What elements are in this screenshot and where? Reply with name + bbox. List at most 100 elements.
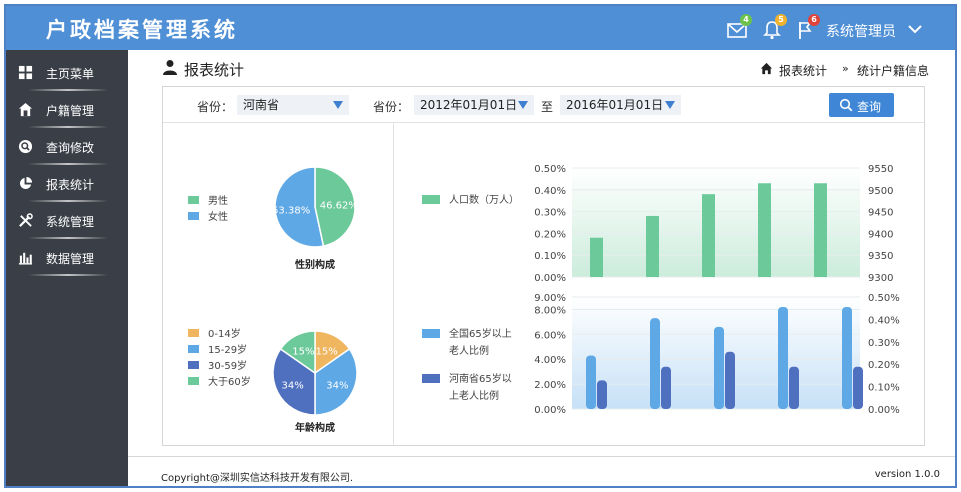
population-bar-chart: 0.00% 0.10% 0.20% 0.30% 0.40% 0.50% 9300 9350 94… (422, 164, 893, 283)
tools-icon (19, 213, 33, 227)
legend-label: 0-14岁 (208, 327, 241, 340)
date-to-value: 2016年01月01日 (566, 98, 664, 112)
date-to-label: 至 (541, 100, 554, 114)
y2-tick-label: 0.40% (868, 315, 900, 326)
flag-badge: 6 (808, 14, 820, 26)
bar-chart-icon (18, 252, 33, 265)
y2-tick-label: 0.10% (868, 383, 900, 394)
y-tick-label: 0.00% (534, 405, 566, 416)
gender-pie-chart: 46.62% 53.38% 男性女性性别构成 (188, 166, 358, 271)
sidebar-item-system[interactable]: 系统管理 (6, 202, 128, 239)
top-header: 户政档案管理系统 4 5 6 系统管理员 (6, 6, 955, 50)
search-circle-icon (18, 139, 33, 154)
legend-swatch (422, 195, 440, 204)
sidebar-item-home-menu[interactable]: 主页菜单 (6, 54, 128, 91)
bell-icon[interactable]: 5 (761, 14, 787, 41)
y2-tick-label: 9300 (868, 273, 893, 283)
flag-icon[interactable]: 6 (794, 14, 820, 41)
bar (725, 351, 735, 409)
app-title: 户政档案管理系统 (46, 18, 238, 42)
query-button[interactable]: 查询 (829, 93, 894, 117)
breadcrumb-reports[interactable]: 报表统计 (779, 62, 827, 79)
dropdown-arrow-icon (665, 101, 675, 109)
filter-bar: 省份： 河南省 省份： 2012年01月01日 至 2016年01月01日 查询 (163, 87, 924, 123)
legend-swatch (188, 329, 199, 337)
page-header: 报表统计 报表统计 » 统计户籍信息 (128, 50, 955, 86)
report-panel: 省份： 河南省 省份： 2012年01月01日 至 2016年01月01日 查询… (162, 86, 925, 446)
bar (789, 366, 799, 409)
page-title: 报表统计 (184, 61, 245, 79)
legend-label: 女性 (208, 210, 228, 223)
date-from-select[interactable]: 2012年01月01日 (414, 95, 534, 115)
y-tick-label: 0.50% (534, 164, 566, 175)
pie-slice-label: 46.62% (320, 200, 358, 211)
pie-chart-icon (19, 176, 33, 190)
bar (714, 326, 724, 409)
breadcrumb-current: 统计户籍信息 (857, 64, 930, 78)
y-tick-label: 0.20% (534, 229, 566, 240)
pie-slice-label: 34% (282, 381, 304, 392)
app-window: 户政档案管理系统 4 5 6 系统管理员 主页菜单 户籍管理 查询修改 报表统计… (4, 4, 957, 488)
legend-swatch (188, 196, 199, 204)
footer-version: version 1.0.0 (874, 469, 940, 480)
legend-label: 大于60岁 (208, 375, 251, 388)
legend-swatch (188, 345, 199, 353)
legend-label: 全国65岁以上 (449, 327, 512, 340)
bar (702, 194, 715, 277)
legend-swatch (188, 212, 199, 220)
y2-tick-label: 0.00% (868, 405, 900, 416)
legend-label: 15-29岁 (208, 343, 247, 356)
y2-tick-label: 0.50% (868, 293, 900, 304)
user-menu-name[interactable]: 系统管理员 (826, 21, 896, 41)
sidebar-item-label: 系统管理 (46, 215, 95, 229)
bar (778, 306, 788, 409)
y2-tick-label: 9400 (868, 229, 893, 240)
legend-label: 老人比例 (449, 344, 489, 357)
pie-slice-label: 15% (316, 347, 338, 358)
legend-swatch (188, 361, 199, 369)
elderly-ratio-bar-chart: 0.00% 2.00% 4.00% 6.00% 8.00%9.00% 0.00% 0.10%… (422, 293, 900, 416)
y-tick-label: 8.00% (534, 305, 566, 316)
bar (586, 355, 596, 409)
sidebar-item-label: 报表统计 (46, 178, 95, 192)
sidebar-item-query[interactable]: 查询修改 (6, 128, 128, 165)
y-tick-label: 0.10% (534, 251, 566, 262)
house-icon (18, 102, 33, 117)
pie-slice-label: 15% (292, 347, 314, 358)
bar (661, 366, 671, 409)
legend-label: 上老人比例 (449, 389, 499, 402)
envelope-icon[interactable]: 4 (726, 14, 752, 41)
y-tick-label: 0.00% (534, 273, 566, 283)
breadcrumb-separator: » (842, 62, 849, 75)
y-tick-label: 0.30% (534, 208, 566, 219)
y2-tick-label: 0.20% (868, 360, 900, 371)
home-icon[interactable] (760, 62, 773, 75)
legend-label: 男性 (208, 194, 228, 207)
dropdown-arrow-icon (333, 101, 343, 109)
pie-slice-label: 34% (326, 381, 348, 392)
sidebar: 主页菜单 户籍管理 查询修改 报表统计 系统管理 数据管理 (6, 50, 128, 486)
chart-title: 年龄构成 (295, 421, 335, 434)
bar (650, 318, 660, 409)
province-select[interactable]: 河南省 (237, 95, 349, 115)
date-to-select[interactable]: 2016年01月01日 (560, 95, 681, 115)
y-tick-label: 4.00% (534, 355, 566, 366)
bar (853, 366, 863, 409)
user-icon (163, 60, 177, 75)
sidebar-item-reports[interactable]: 报表统计 (6, 165, 128, 202)
sidebar-item-household[interactable]: 户籍管理 (6, 91, 128, 128)
legend-label: 人口数（万人） (449, 193, 519, 206)
legend-swatch (188, 377, 199, 385)
province-label-2: 省份： (373, 100, 410, 114)
sidebar-item-data[interactable]: 数据管理 (6, 239, 128, 276)
sidebar-item-label: 查询修改 (46, 141, 95, 155)
y2-tick-label: 9550 (868, 164, 893, 175)
y-tick-label: 2.00% (534, 380, 566, 391)
province-select-value: 河南省 (243, 98, 280, 112)
chevron-down-icon[interactable] (907, 21, 923, 37)
bell-badge: 5 (775, 14, 787, 26)
date-from-value: 2012年01月01日 (420, 98, 518, 112)
legend-label: 30-59岁 (208, 359, 247, 372)
pie-slice-label: 53.38% (272, 206, 310, 217)
legend-swatch (422, 374, 440, 383)
